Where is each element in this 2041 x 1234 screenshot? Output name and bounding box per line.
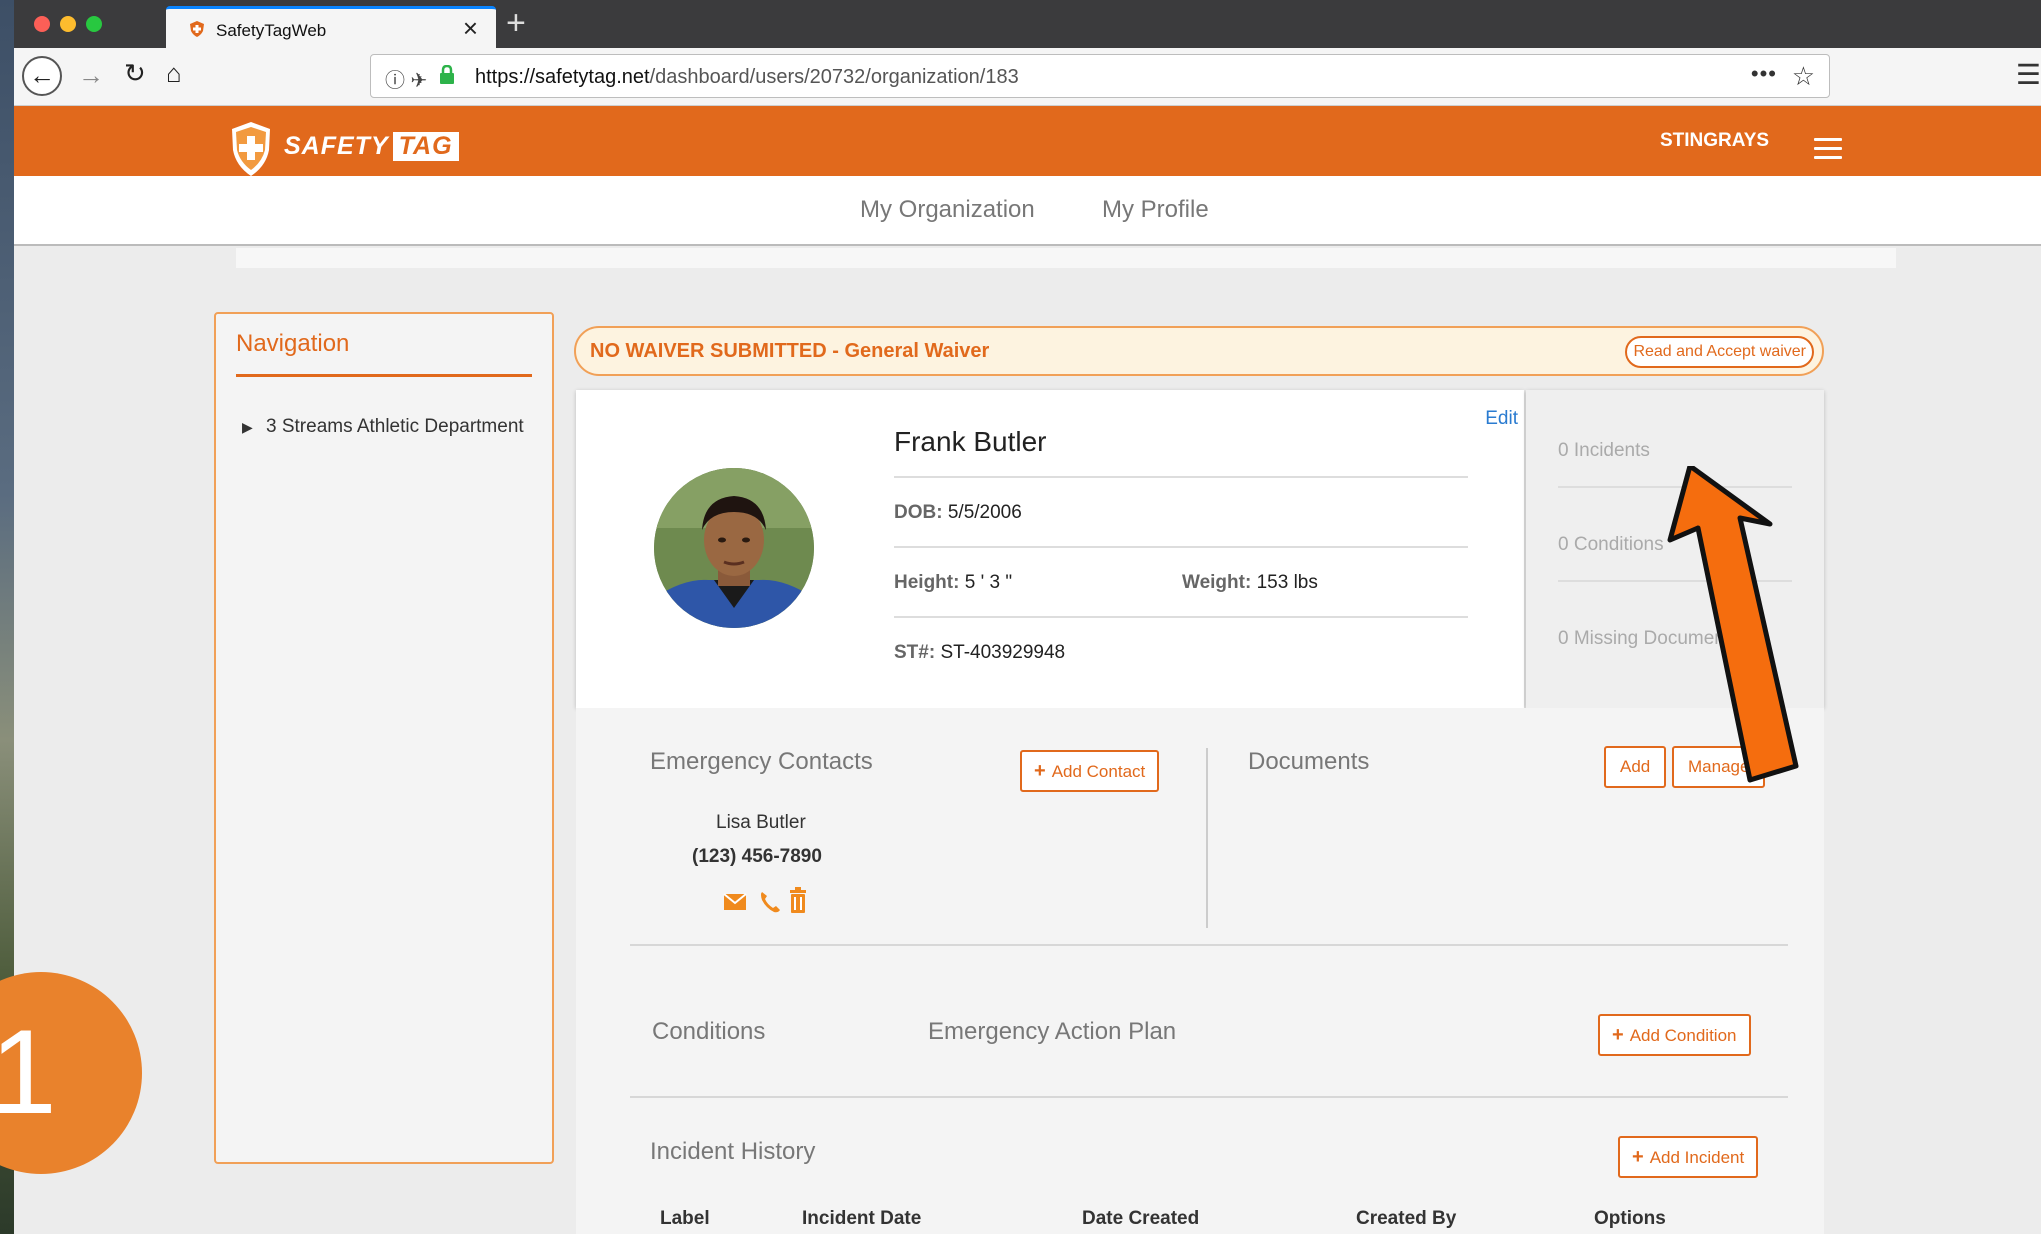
page-actions-icon[interactable]: ••• (1751, 61, 1777, 87)
minimize-window-button[interactable] (60, 16, 76, 32)
contact-actions (723, 887, 806, 913)
contact-name: Lisa Butler (716, 812, 806, 833)
plus-icon: + (1632, 1146, 1644, 1168)
forward-arrow-icon[interactable]: → (78, 60, 104, 91)
column-header-incident-date[interactable]: Incident Date (802, 1208, 921, 1230)
hamburger-menu-icon[interactable] (1814, 138, 1842, 160)
safetytag-favicon-icon (190, 21, 204, 37)
add-incident-button[interactable]: + Add Incident (1618, 1136, 1759, 1178)
details-section: Emergency Contacts + Add Contact Lisa But… (576, 708, 1824, 1234)
add-document-button[interactable]: Add (1604, 746, 1667, 788)
browser-tab[interactable]: SafetyTagWeb × (166, 6, 496, 48)
section-divider (630, 1096, 1788, 1098)
dob-field: DOB: 5/5/2006 (894, 502, 1022, 523)
nav-tree-item[interactable]: ▶ 3 Streams Athletic Department (242, 412, 532, 442)
browser-window: SafetyTagWeb × + ← → ↻ ⌂ ⓘ ✈ https://saf… (14, 0, 2041, 1234)
navigation-panel: Navigation ▶ 3 Streams Athletic Departme… (214, 312, 554, 1164)
st-number-field: ST#: ST-403929948 (894, 642, 1066, 663)
emergency-contacts-title: Emergency Contacts (650, 748, 873, 775)
content-band (236, 248, 1896, 268)
plus-icon: + (1612, 1024, 1624, 1046)
tab-title: SafetyTagWeb (216, 21, 327, 40)
column-header-options: Options (1594, 1208, 1666, 1229)
address-bar[interactable]: ⓘ ✈ https://safetytag.net/dashboard/user… (370, 54, 1830, 98)
shield-logo-icon (232, 122, 270, 176)
profile-divider (894, 476, 1468, 478)
reload-icon[interactable]: ↻ (124, 58, 146, 89)
navigation-divider (236, 374, 532, 377)
weight-field: Weight: 153 lbs (1182, 572, 1318, 593)
bookmark-star-icon[interactable]: ☆ (1792, 61, 1815, 92)
contact-phone: (123) 456-7890 (692, 846, 822, 867)
profile-divider (894, 546, 1468, 548)
avatar (654, 468, 814, 628)
add-condition-button[interactable]: + Add Condition (1598, 1014, 1751, 1056)
profile-name: Frank Butler (894, 426, 1047, 457)
nav-my-organization[interactable]: My Organization (860, 196, 1035, 224)
section-divider (1206, 748, 1208, 928)
documents-title: Documents (1248, 748, 1370, 775)
plus-icon: + (1034, 760, 1046, 782)
app-header: SAFETY TAG STINGRAYS (14, 106, 2041, 176)
browser-menu-icon[interactable]: ☰ (2016, 58, 2041, 91)
page-content: SAFETY TAG STINGRAYS My Organization My P… (14, 106, 2041, 1234)
column-header-date-created[interactable]: Date Created (1082, 1208, 1199, 1230)
navigation-title: Navigation (236, 330, 350, 357)
section-divider (630, 944, 1788, 946)
column-header-label[interactable]: Label (660, 1208, 710, 1230)
nav-my-profile[interactable]: My Profile (1102, 196, 1209, 224)
emergency-action-plan-title: Emergency Action Plan (928, 1018, 1177, 1045)
phone-icon[interactable] (761, 892, 780, 913)
waiver-banner: NO WAIVER SUBMITTED - General Waiver Rea… (574, 326, 1824, 376)
conditions-count[interactable]: 0 Conditions (1558, 534, 1664, 556)
annotation-arrow (1667, 466, 1799, 783)
tab-close-icon[interactable]: × (463, 15, 478, 41)
profile-photo (654, 468, 814, 628)
add-contact-button[interactable]: + Add Contact (1020, 750, 1160, 792)
url-text: https://safetytag.net/dashboard/users/20… (475, 66, 1019, 88)
incident-history-title: Incident History (650, 1138, 816, 1165)
maximize-window-button[interactable] (86, 16, 102, 32)
sub-navigation: My Organization My Profile (14, 176, 2041, 246)
incidents-count[interactable]: 0 Incidents (1558, 440, 1650, 462)
profile-divider (894, 616, 1468, 618)
column-header-created-by[interactable]: Created By (1356, 1208, 1456, 1230)
tab-bar: SafetyTagWeb × + (14, 0, 2041, 48)
read-accept-waiver-button[interactable]: Read and Accept waiver (1625, 336, 1814, 368)
new-tab-icon[interactable]: + (506, 6, 526, 40)
waiver-status: NO WAIVER SUBMITTED - General Waiver (590, 340, 990, 362)
height-field: Height: 5 ' 3 " (894, 572, 1013, 593)
trash-icon[interactable] (790, 887, 806, 913)
back-arrow-icon[interactable]: ← (22, 56, 62, 96)
caret-right-icon[interactable]: ▶ (242, 412, 253, 442)
email-icon[interactable] (723, 893, 747, 910)
profile-card: Frank Butler Edit DOB: 5/5/2006 Height: … (576, 390, 1524, 708)
close-window-button[interactable] (34, 16, 50, 32)
home-icon[interactable]: ⌂ (166, 58, 182, 89)
conditions-title: Conditions (652, 1018, 766, 1045)
browser-toolbar: ← → ↻ ⌂ ⓘ ✈ https://safetytag.net/dashbo… (14, 48, 2041, 106)
lock-icon (440, 65, 454, 84)
site-info-icon[interactable]: ⓘ ✈ (385, 64, 427, 93)
organization-name[interactable]: STINGRAYS (1660, 130, 1769, 152)
edit-profile-link[interactable]: Edit (1485, 408, 1518, 430)
